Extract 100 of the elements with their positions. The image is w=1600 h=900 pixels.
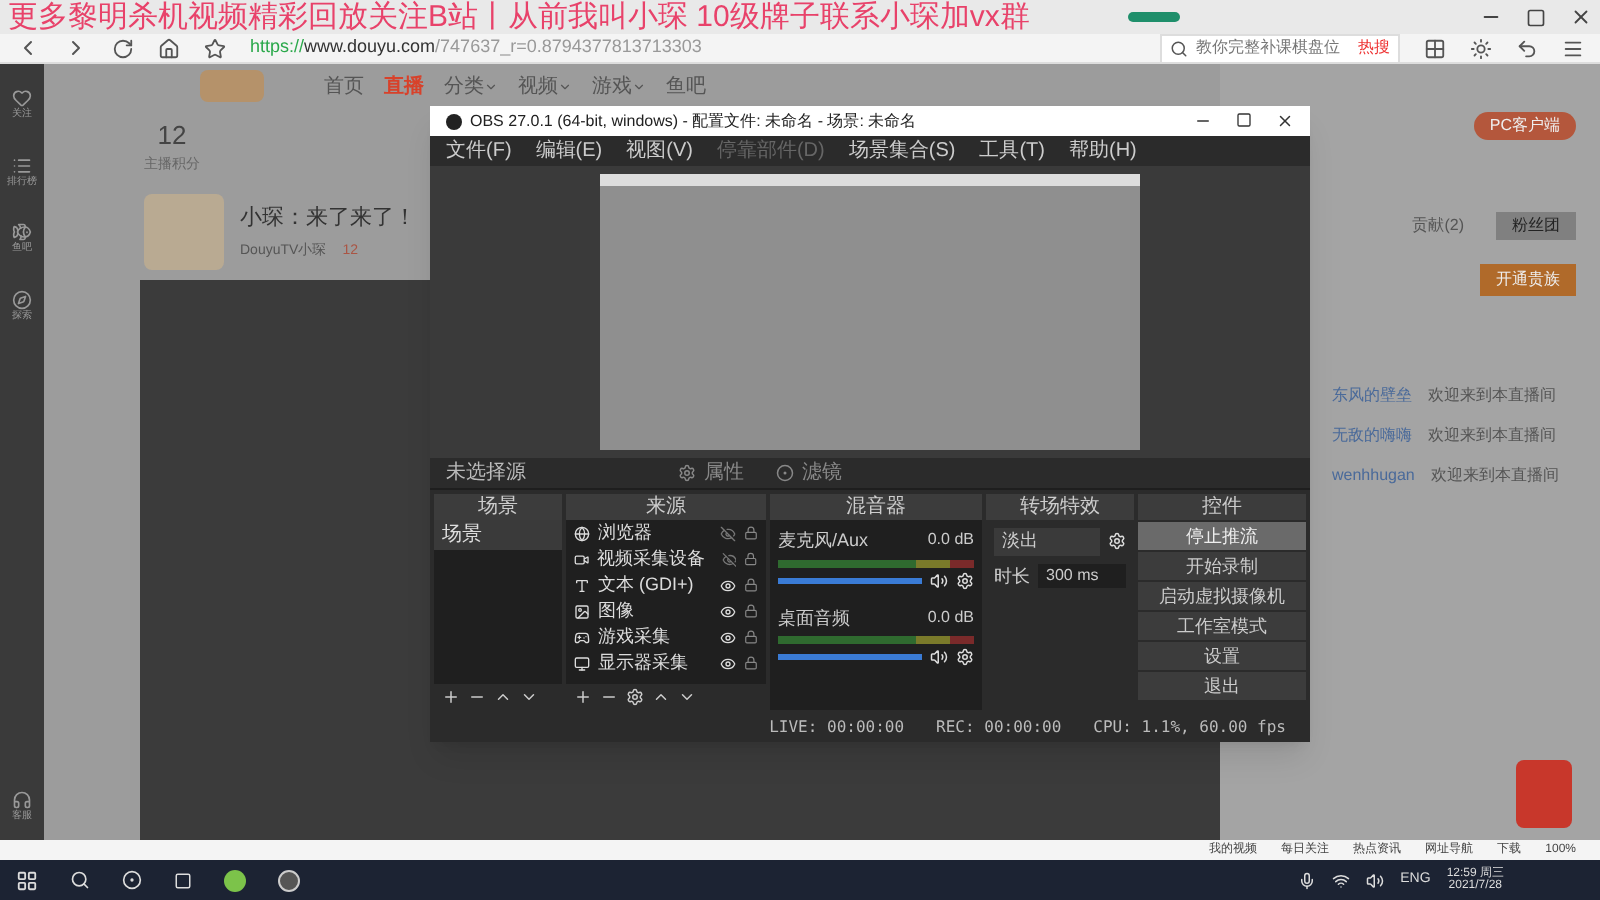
settings-icon[interactable]	[1108, 532, 1126, 551]
settings-icon[interactable]	[626, 688, 644, 706]
lock-icon[interactable]	[744, 630, 758, 644]
task-view-icon[interactable]	[174, 871, 192, 889]
duration-label: 时长	[994, 563, 1030, 589]
eye-icon[interactable]	[720, 629, 736, 645]
lock-icon[interactable]	[744, 526, 758, 540]
list-icon[interactable]	[12, 155, 32, 175]
home-icon[interactable]	[158, 37, 180, 59]
menu-icon[interactable]	[1562, 37, 1584, 59]
control-button[interactable]: 工作室模式	[1138, 612, 1306, 640]
filter-icon[interactable]	[776, 464, 794, 482]
source-type-icon	[574, 577, 590, 593]
close-icon[interactable]	[1276, 112, 1294, 130]
maximize-icon[interactable]	[1526, 7, 1546, 27]
menu-item[interactable]: 文件(F)	[438, 136, 520, 166]
apps-icon[interactable]	[1424, 37, 1446, 59]
duration-field[interactable]: 300 ms	[1038, 564, 1126, 589]
microphone-icon[interactable]	[1298, 871, 1317, 889]
control-button[interactable]: 停止推流	[1138, 522, 1306, 550]
source-item[interactable]: 图像	[598, 597, 634, 625]
chat-message: 欢迎来到本直播间	[1430, 464, 1559, 488]
star-icon[interactable]	[204, 37, 226, 59]
caret-icon[interactable]	[484, 79, 498, 93]
move-down-icon[interactable]	[678, 688, 696, 706]
window-title: OBS 27.0.1 (64-bit, windows) - 配置文件: 未命名 - 场景: 未命名	[470, 109, 917, 133]
eye-icon[interactable]	[720, 577, 736, 593]
noble-button[interactable]: 开通贵族	[1480, 264, 1576, 296]
avatar-placeholder	[144, 194, 224, 270]
search-icon[interactable]	[70, 870, 90, 890]
compass-icon[interactable]	[12, 289, 32, 309]
volume-slider-fill[interactable]	[778, 654, 922, 660]
eye-icon[interactable]	[720, 655, 736, 671]
add-icon[interactable]	[574, 688, 592, 706]
control-button[interactable]: 设置	[1138, 642, 1306, 670]
lock-icon[interactable]	[744, 552, 759, 566]
source-item[interactable]: 浏览器	[598, 519, 652, 547]
properties-button[interactable]: 属性	[704, 458, 744, 488]
menu-item[interactable]: 场景集合(S)	[840, 136, 964, 166]
app-logo-icon	[446, 113, 462, 129]
source-item[interactable]: 显示器采集	[598, 649, 688, 677]
eye-icon[interactable]	[720, 603, 736, 619]
scene-item[interactable]: 场景	[434, 520, 562, 550]
headset-icon[interactable]	[12, 789, 32, 809]
lock-icon[interactable]	[744, 578, 758, 592]
menu-item[interactable]: 视图(V)	[618, 136, 701, 166]
close-icon[interactable]	[1570, 6, 1592, 28]
overlay-caption: 更多黎明杀机视频精彩回放关注B站丨从前我叫小琛 10级牌子联系小琛加vx群	[8, 2, 1030, 32]
control-button[interactable]: 退出	[1138, 672, 1306, 700]
search-icon	[1170, 39, 1188, 57]
heart-icon[interactable]	[12, 88, 32, 108]
stream-title: 小琛：来了来了！	[240, 203, 416, 233]
undo-icon[interactable]	[1516, 37, 1538, 59]
app-icon[interactable]	[278, 869, 300, 891]
speaker-icon[interactable]	[930, 648, 948, 666]
source-type-icon	[574, 655, 590, 671]
control-button[interactable]: 启动虚拟摄像机	[1138, 582, 1306, 610]
menu-item[interactable]: 编辑(E)	[527, 136, 611, 166]
move-down-icon[interactable]	[520, 688, 538, 706]
dock-header: 场景	[434, 494, 562, 520]
reload-icon[interactable]	[112, 37, 134, 59]
source-item[interactable]: 视频采集设备	[597, 545, 706, 573]
channel-name: 桌面音频	[778, 605, 850, 631]
menu-item[interactable]: 帮助(H)	[1060, 136, 1145, 166]
maximize-icon[interactable]	[1236, 112, 1252, 128]
eye-off-icon[interactable]	[721, 551, 737, 567]
eye-off-icon[interactable]	[720, 525, 736, 541]
source-item[interactable]: 游戏采集	[598, 623, 670, 651]
control-button[interactable]: 开始录制	[1138, 552, 1306, 580]
speaker-icon[interactable]	[930, 571, 948, 589]
volume-slider-fill[interactable]	[778, 577, 922, 583]
cpu-status: CPU: 1.1%, 60.00 fps	[1093, 716, 1286, 740]
settings-icon[interactable]	[956, 648, 974, 666]
app-icon[interactable]	[224, 869, 246, 891]
transition-select[interactable]: 淡出	[994, 528, 1100, 555]
fish-icon[interactable]	[12, 222, 32, 242]
pc-client-button[interactable]: PC客户端	[1473, 112, 1576, 140]
gear-icon[interactable]	[678, 464, 696, 482]
source-item[interactable]: 文本 (GDI+)	[598, 571, 694, 599]
menu-item[interactable]: 工具(T)	[971, 136, 1053, 166]
caret-icon[interactable]	[632, 79, 646, 93]
volume-icon[interactable]	[1366, 871, 1385, 889]
settings-icon[interactable]	[956, 571, 974, 589]
channel-name: 麦克风/Aux	[778, 528, 869, 554]
lock-icon[interactable]	[744, 656, 758, 670]
filters-button[interactable]: 滤镜	[802, 458, 842, 488]
live-status: LIVE: 00:00:00	[769, 716, 905, 740]
brightness-icon[interactable]	[1470, 37, 1492, 59]
chat-tab[interactable]: 粉丝团	[1496, 212, 1576, 240]
address-field[interactable]: https://www.douyu.com/747637_r=0.8794377813713303	[250, 34, 1136, 62]
caret-icon[interactable]	[558, 79, 572, 93]
search-field[interactable]: 教你完整补课棋盘位 热搜	[1160, 33, 1400, 63]
progress-pill	[1128, 12, 1180, 22]
lock-icon[interactable]	[744, 604, 758, 618]
start-icon[interactable]	[16, 869, 38, 891]
circle-icon[interactable]	[122, 870, 142, 890]
move-up-icon[interactable]	[494, 688, 512, 706]
move-up-icon[interactable]	[652, 688, 670, 706]
add-icon[interactable]	[442, 688, 460, 706]
network-icon[interactable]	[1332, 871, 1351, 889]
